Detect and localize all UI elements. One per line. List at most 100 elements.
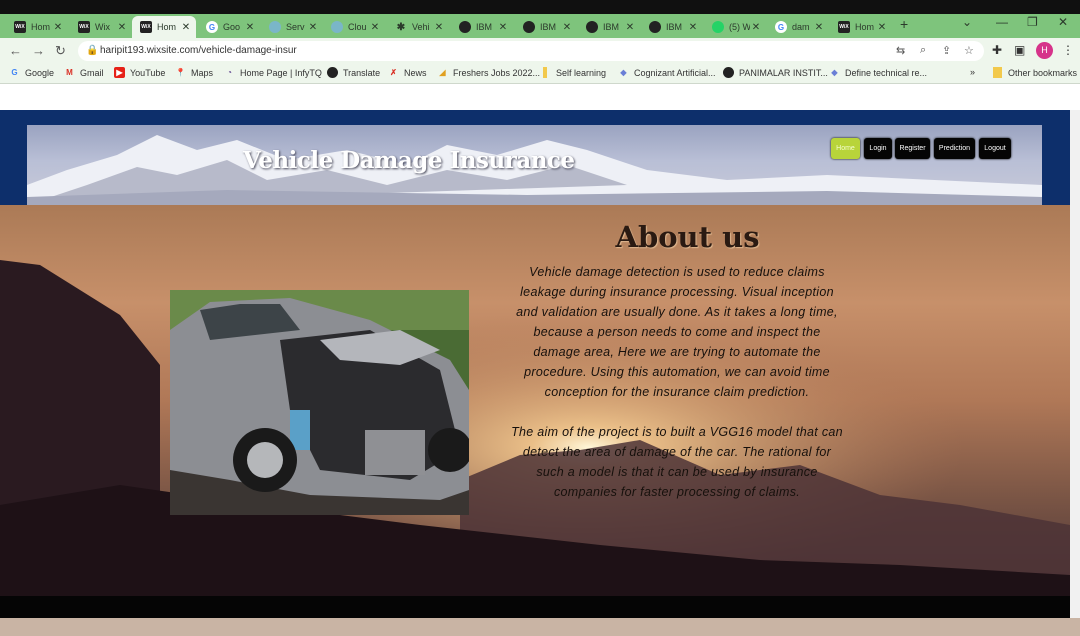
about-line: conception for the insurance claim predi… [544, 385, 810, 399]
profile-avatar[interactable]: H [1036, 42, 1053, 59]
close-icon[interactable]: ✕ [687, 22, 699, 33]
wix-icon: WiX [78, 21, 90, 33]
browser-tab[interactable]: (5) W ✕ [704, 16, 766, 38]
browser-tab[interactable]: WiX Hom ✕ [830, 16, 892, 38]
page-scrollbar[interactable] [1070, 110, 1080, 618]
bookmarks-bar: G Google M Gmail ▶ YouTube 📍 Maps ◔ Home Page… [0, 64, 1080, 84]
freshers-icon: ◢ [439, 68, 446, 77]
wix-icon: WiX [140, 21, 152, 33]
browser-tab[interactable]: Serv ✕ [261, 16, 323, 38]
close-icon[interactable]: ✕ [433, 22, 445, 33]
nav-prediction-button[interactable]: Prediction [934, 138, 975, 159]
other-bookmarks[interactable]: Other bookmarks [993, 67, 1077, 78]
forward-icon[interactable]: → [32, 43, 45, 58]
close-icon[interactable]: ✕ [876, 22, 888, 33]
browser-tab[interactable]: IBM ✕ [641, 16, 703, 38]
about-line: Vehicle damage detection is used to redu… [529, 265, 825, 279]
nav-logout-button[interactable]: Logout [979, 138, 1011, 159]
bookmark-item[interactable]: PANIMALAR INSTIT... [723, 67, 828, 78]
close-icon[interactable]: ✕ [307, 22, 319, 33]
close-icon[interactable]: ✕ [369, 22, 381, 33]
bookmark-item[interactable]: ◆ Cognizant Artificial... [618, 67, 715, 78]
browser-tab[interactable]: WiX Hom ✕ [6, 16, 68, 38]
close-icon[interactable]: ✕ [52, 22, 64, 33]
lock-icon[interactable]: 🔒 [86, 45, 98, 56]
bookmark-item[interactable]: M Gmail [64, 67, 103, 78]
extensions-icon[interactable]: ✚ [992, 43, 1002, 57]
bookmark-item[interactable]: ◢ Freshers Jobs 2022... [437, 67, 540, 78]
browser-tab[interactable]: Gdam ✕ [767, 16, 829, 38]
close-icon[interactable]: ✕ [116, 22, 128, 33]
google-icon: G [11, 68, 18, 77]
close-icon[interactable]: ✕ [813, 22, 825, 33]
menu-kebab-icon[interactable]: ⋮ [1062, 43, 1074, 57]
zoom-icon[interactable]: ⌕ [920, 44, 926, 57]
footer-bar [0, 596, 1070, 618]
nav-home-button[interactable]: Home [831, 138, 860, 159]
browser-tab[interactable]: ✱ Vehi ✕ [387, 16, 449, 38]
reload-icon[interactable]: ↻ [55, 43, 66, 59]
folder-icon [993, 67, 1002, 78]
folder-icon [543, 67, 547, 78]
close-icon[interactable]: ✕ [497, 22, 509, 33]
back-icon[interactable]: ← [9, 43, 22, 58]
browser-tab[interactable]: IBM ✕ [578, 16, 640, 38]
translate-icon[interactable]: ⇆ [896, 44, 905, 57]
damaged-car-image [170, 290, 469, 515]
header-mountain-image: Vehicle Damage Insurance Home Login Regi… [27, 125, 1042, 205]
news-icon: ✗ [390, 68, 397, 77]
about-line: damage area, Here we are trying to autom… [533, 345, 821, 359]
nav-register-button[interactable]: Register [895, 138, 930, 159]
minimize-button[interactable]: — [996, 15, 1008, 29]
bookmark-item[interactable]: G Google [9, 67, 54, 78]
wix-icon: WiX [14, 21, 26, 33]
close-icon[interactable]: ✕ [750, 22, 762, 33]
cloud-icon [269, 21, 281, 33]
bookmark-item[interactable]: 📍 Maps [175, 67, 214, 78]
about-line: companies for faster processing of claim… [553, 485, 801, 499]
diamond-icon: ◆ [620, 68, 627, 77]
maximize-button[interactable]: ❐ [1027, 15, 1038, 29]
bookmark-item[interactable]: ◔ Home Page | InfyTQ [224, 67, 322, 78]
bookmark-star-icon[interactable]: ☆ [964, 44, 974, 57]
page-top-whitespace [0, 84, 1080, 110]
browser-tab-active[interactable]: WiX Hom ✕ [132, 16, 196, 38]
bottom-strip [0, 618, 1080, 636]
browser-tab[interactable]: WiX Wix ✕ [70, 16, 132, 38]
bookmark-item[interactable]: ▶ YouTube [114, 67, 165, 78]
share-icon[interactable]: ⇪ [942, 44, 951, 57]
bookmark-item[interactable]: ◆ Define technical re... [829, 67, 927, 78]
about-heading: About us [615, 220, 760, 254]
about-line: detect the area of damage of the car. Th… [522, 445, 832, 459]
browser-tab[interactable]: Clou ✕ [323, 16, 385, 38]
close-icon[interactable]: ✕ [624, 22, 636, 33]
url-text[interactable]: haripit193.wixsite.com/vehicle-damage-in… [100, 45, 297, 56]
close-window-button[interactable]: ✕ [1058, 15, 1068, 29]
github-icon [586, 21, 598, 33]
browser-tab[interactable]: IBM ✕ [451, 16, 513, 38]
bug-icon: ✱ [396, 21, 406, 33]
browser-tab[interactable]: IBM ✕ [515, 16, 577, 38]
globe-icon [459, 21, 471, 33]
about-paragraph-1: Vehicle damage detection is used to redu… [490, 262, 864, 402]
side-panel-icon[interactable]: ▣ [1014, 43, 1025, 57]
bookmark-item[interactable]: Translate [327, 67, 380, 78]
diamond-icon: ◆ [831, 68, 838, 77]
infytq-icon: ◔ [227, 68, 232, 77]
new-tab-button[interactable]: + [900, 16, 908, 32]
bookmark-item[interactable]: ✗ News [388, 67, 426, 78]
bookmarks-overflow[interactable]: » [970, 67, 975, 77]
tab-search-icon[interactable]: ⌄ [962, 15, 972, 29]
close-icon[interactable]: ✕ [180, 22, 192, 33]
tab-bar: WiX Hom ✕ WiX Wix ✕ WiX Hom ✕ G Goo ✕ Serv ✕ Clou… [0, 14, 1080, 38]
nav-login-button[interactable]: Login [864, 138, 892, 159]
about-line: because a person needs to come and inspe… [533, 325, 821, 339]
wix-icon: WiX [838, 21, 850, 33]
browser-tab[interactable]: G Goo ✕ [198, 16, 260, 38]
close-icon[interactable]: ✕ [244, 22, 256, 33]
bookmark-item[interactable]: Self learning [543, 67, 606, 78]
address-bar[interactable]: 🔒 haripit193.wixsite.com/vehicle-damage-… [78, 41, 984, 61]
globe-icon [327, 67, 338, 78]
close-icon[interactable]: ✕ [561, 22, 573, 33]
google-icon: G [775, 21, 787, 33]
